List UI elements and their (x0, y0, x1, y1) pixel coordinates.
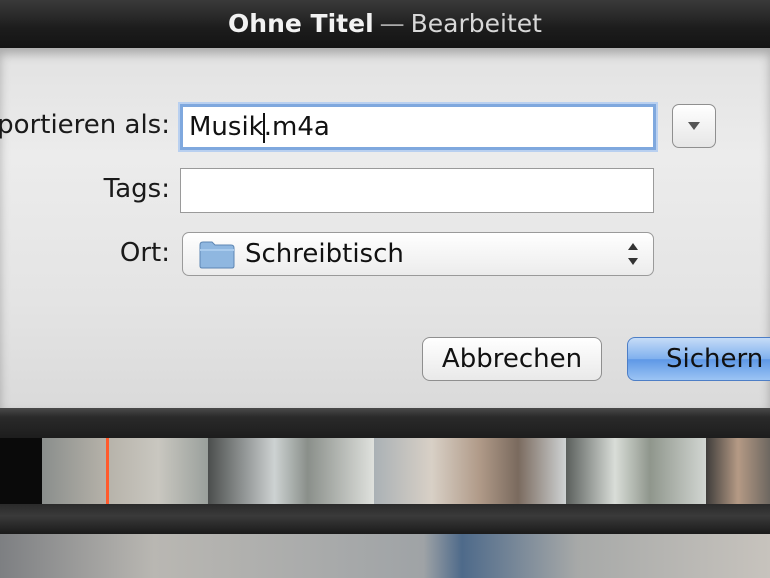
playhead[interactable] (106, 438, 109, 504)
filmstrip-frame (566, 438, 706, 504)
title-separator: — (379, 9, 405, 38)
location-label: Ort: (119, 238, 170, 268)
tags-label: Tags: (103, 174, 170, 204)
filmstrip-frame (42, 438, 208, 504)
sheet-bottom-edge (0, 408, 770, 438)
filename-field[interactable]: Musik.m4a (180, 104, 656, 150)
triangle-down-icon (688, 122, 700, 130)
location-value: Schreibtisch (245, 239, 404, 269)
filmstrip[interactable] (0, 438, 770, 504)
filmstrip-frame (374, 438, 566, 504)
folder-icon (199, 241, 235, 269)
window-titlebar: Ohne Titel — Bearbeitet (0, 0, 770, 48)
save-button[interactable]: Sichern (627, 337, 770, 381)
filmstrip-frame (208, 438, 374, 504)
timeline-bar (0, 504, 770, 534)
filmstrip-frame (706, 438, 770, 504)
document-state: Bearbeitet (410, 9, 542, 38)
filename-text-after-caret: .m4a (263, 112, 330, 142)
cancel-button[interactable]: Abbrechen (422, 337, 602, 381)
tags-field[interactable] (180, 168, 654, 213)
location-popup[interactable]: Schreibtisch (182, 232, 654, 276)
up-down-arrows-icon (628, 243, 638, 265)
save-sheet: portieren als: Musik.m4a Tags: Ort: Schr… (0, 48, 770, 408)
export-as-label: portieren als: (0, 110, 170, 140)
filename-text-before-caret: Musik (189, 112, 264, 142)
video-preview (0, 534, 770, 578)
window-title: Ohne Titel (228, 9, 374, 38)
expand-dialog-button[interactable] (672, 104, 716, 148)
